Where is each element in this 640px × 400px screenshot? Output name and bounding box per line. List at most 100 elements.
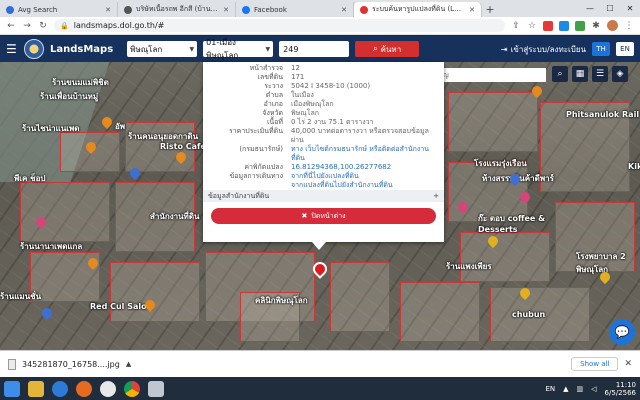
chrome-icon[interactable] — [124, 380, 140, 397]
file-icon — [8, 358, 16, 370]
close-download-bar-icon[interactable]: ✕ — [624, 359, 632, 369]
layers-icon[interactable]: ◈ — [612, 66, 628, 82]
chat-button[interactable]: 💬 — [609, 319, 635, 345]
show-all-button[interactable]: Show all — [571, 357, 619, 371]
address-bar[interactable]: 🔒 landsmaps.dol.go.th/# — [54, 19, 505, 32]
district-value: 01-เมืองพิษณุโลก — [206, 38, 239, 60]
app-header: ☰ LandsMaps พิษณุโลก ▼ 01-เมืองพิษณุโลก … — [0, 36, 640, 62]
map-label: โรงแรมรุ่งเรือน — [474, 159, 527, 168]
tab-favicon-icon — [360, 5, 368, 14]
landsmaps-logo — [24, 39, 44, 59]
grid-icon[interactable]: ▦ — [572, 66, 588, 82]
profile-avatar[interactable] — [607, 20, 618, 31]
map-toolbar: ⌕ ▦ ☰ ◈ — [552, 66, 628, 82]
land-office-section-header[interactable]: ข้อมูลสำนักงานที่ดิน + — [203, 190, 444, 202]
directions-to-parcel-link[interactable]: จากที่นี่ไปยังแปลงที่ดิน — [291, 172, 438, 181]
generic-app-icon[interactable] — [148, 380, 164, 397]
popup-pointer — [312, 242, 326, 250]
media-player-icon[interactable] — [100, 380, 116, 397]
tab-title: บริษัทเนื้อรถพ อีกสี (บ้านรีชไฟ) จำกัด — [136, 5, 219, 13]
close-window-icon[interactable]: ✕ — [620, 0, 640, 17]
tab-close-icon[interactable]: ✕ — [105, 6, 111, 14]
list-icon[interactable]: ☰ — [592, 66, 608, 82]
map-label: ก๊ะ ตอบ coffee & Desserts — [478, 214, 546, 234]
close-popup-label: ปิดหน้าต่าง — [311, 211, 346, 220]
map-label: Kik — [628, 162, 640, 171]
chevron-up-icon[interactable]: ▲ — [126, 360, 131, 368]
back-icon[interactable]: ← — [6, 21, 16, 31]
reload-icon[interactable]: ↻ — [38, 21, 48, 31]
login-link[interactable]: ⇥ เข้าสู่ระบบ/ลงทะเบียน — [501, 43, 586, 56]
share-icon[interactable]: ⇪ — [511, 21, 521, 31]
treasury-link[interactable]: ทาง เว็บไซต์กรมธนารักษ์ หรือติดต่อสำนักง… — [291, 145, 438, 163]
bookmark-star-icon[interactable]: ☆ — [527, 21, 537, 31]
tab-favicon-icon — [124, 5, 132, 14]
expand-plus-icon[interactable]: + — [433, 192, 439, 200]
input-language[interactable]: EN — [545, 385, 555, 393]
search-icon[interactable]: ⌕ — [552, 66, 568, 82]
network-icon[interactable]: ▥ — [577, 385, 584, 393]
district-select[interactable]: 01-เมืองพิษณุโลก ▼ — [203, 38, 274, 60]
browser-tab[interactable]: บริษัทเนื้อรถพ อีกสี (บ้านรีชไฟ) จำกัด ✕ — [118, 2, 236, 17]
browser-tab[interactable]: Avg Search ✕ — [0, 2, 118, 17]
tray-arrow-icon[interactable]: ▲ — [563, 385, 568, 393]
close-icon: ✖ — [301, 212, 308, 220]
windows-start-icon[interactable] — [4, 380, 20, 397]
window-controls: — ☐ ✕ — [580, 0, 640, 17]
clock-time: 11:10 — [615, 380, 636, 389]
info-row: ราคาประเมินที่ดิน 40,000 บาทต่อตารางวา หร… — [228, 127, 429, 144]
map-label: ร้านนานาเพดแกล — [20, 242, 83, 251]
search-button[interactable]: ⌕ ค้นหา — [355, 41, 420, 57]
tab-favicon-icon — [242, 5, 250, 14]
map-label: ร้านไชน่าแนเพด — [22, 124, 80, 133]
browser-tab-active[interactable]: ระบบค้นหารูปแปลงที่ดิน (LandsMaps) ✕ — [354, 2, 482, 17]
chevron-down-icon: ▼ — [265, 45, 271, 53]
parcel-number-input[interactable]: 249 — [279, 41, 350, 57]
firefox-icon[interactable] — [76, 380, 92, 397]
directions-to-office-link[interactable]: จากแปลงที่ดินไปยังสำนักงานที่ดิน — [291, 181, 438, 190]
map-label: chubun — [512, 310, 546, 319]
section-title: ข้อมูลสำนักงานที่ดิน — [208, 191, 270, 200]
chat-icon: 💬 — [614, 325, 630, 339]
ie-icon[interactable] — [52, 380, 68, 397]
tab-close-icon[interactable]: ✕ — [469, 6, 475, 14]
lang-en-button[interactable]: EN — [616, 42, 634, 56]
info-row: จังหวัด พิษณุโลก — [262, 109, 320, 117]
hamburger-menu-icon[interactable]: ☰ — [6, 42, 18, 56]
volume-icon[interactable]: ◁ — [591, 385, 596, 393]
close-popup-button[interactable]: ✖ ปิดหน้าต่าง — [211, 208, 436, 224]
browser-menu-icon[interactable]: ⋮ — [624, 21, 634, 31]
info-row: หน้าสำรวจ 12 — [249, 64, 300, 72]
download-file-name[interactable]: 345281870_16758....jpg — [22, 360, 120, 369]
new-tab-button[interactable]: + — [482, 2, 498, 17]
lock-icon: 🔒 — [60, 21, 69, 30]
extension-icon[interactable] — [543, 20, 553, 31]
province-value: พิษณุโลก — [130, 44, 163, 54]
taskbar-clock[interactable]: 11:10 6/5/2566 — [605, 381, 636, 397]
brand-name: LandsMaps — [50, 43, 114, 55]
tab-title: Avg Search — [18, 5, 58, 14]
coordinates-link[interactable]: 16.81294368,100.26277682 — [291, 163, 438, 172]
file-explorer-icon[interactable] — [28, 380, 44, 397]
tab-title: Facebook — [254, 5, 287, 14]
maximize-icon[interactable]: ☐ — [600, 0, 620, 17]
info-row: จากแปลงที่ดินไปยังสำนักงานที่ดิน — [209, 181, 438, 190]
lang-th-button[interactable]: TH — [592, 42, 610, 56]
tab-close-icon[interactable]: ✕ — [223, 6, 229, 14]
download-bar: 345281870_16758....jpg ▲ Show all ✕ — [0, 350, 640, 377]
tab-close-icon[interactable]: ✕ — [341, 6, 347, 14]
puzzle-icon[interactable]: ✱ — [591, 21, 601, 31]
tab-title: ระบบค้นหารูปแปลงที่ดิน (LandsMaps) — [372, 5, 465, 13]
extension-icon[interactable] — [559, 20, 569, 31]
browser-tab[interactable]: Facebook ✕ — [236, 2, 354, 17]
forward-icon[interactable]: → — [22, 21, 32, 31]
search-icon: ⌕ — [373, 44, 378, 53]
map-label: ร้านเพื่อนบ้านหมู่ — [40, 92, 99, 101]
extension-icon[interactable] — [575, 20, 585, 31]
url-text: landsmaps.dol.go.th/# — [73, 21, 165, 30]
login-label: เข้าสู่ระบบ/ลงทะเบียน — [510, 44, 586, 54]
minimize-icon[interactable]: — — [580, 0, 600, 17]
chevron-down-icon: ▼ — [189, 45, 195, 53]
system-tray: EN ▲ ▥ ◁ 11:10 6/5/2566 — [545, 381, 636, 397]
province-select[interactable]: พิษณุโลก ▼ — [127, 41, 198, 57]
